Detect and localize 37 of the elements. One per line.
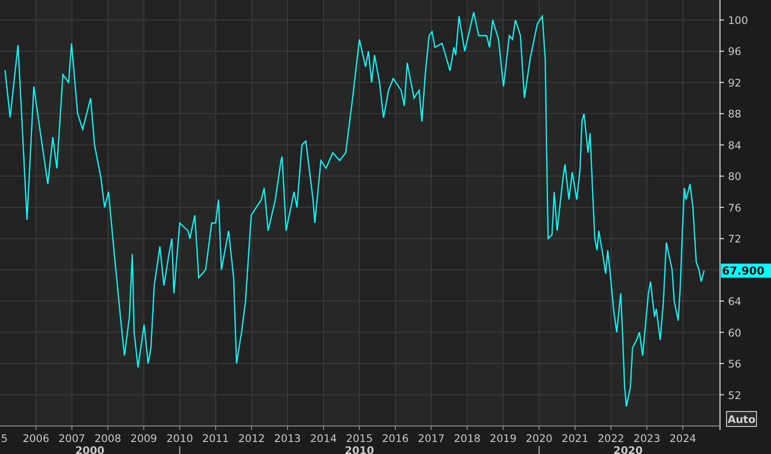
y-tick-label: 56: [728, 358, 742, 371]
y-tick-label: 72: [728, 234, 742, 246]
x-tick-label: 2023: [634, 433, 660, 445]
x-tick-label: 2019: [490, 433, 517, 445]
current-value-label: 67.900: [721, 264, 771, 278]
auto-button[interactable]: Auto: [726, 411, 757, 427]
y-tick-label: 84: [728, 140, 742, 152]
y-tick-label: 64: [728, 296, 742, 308]
x-tick-label: 2009: [130, 433, 158, 445]
x-tick-label: 2011: [202, 433, 229, 445]
x-tick-label: 5: [1, 433, 8, 445]
x-tick-label: 2016: [382, 433, 409, 445]
x-tick-label: 2007: [58, 433, 86, 445]
decade-label: 2010: [344, 445, 374, 454]
y-tick-label: 92: [728, 77, 742, 90]
y-tick-label: 80: [728, 171, 742, 184]
y-tick-label: 88: [728, 108, 742, 121]
y-tick-label: 100: [728, 15, 748, 27]
x-tick-label: 2012: [238, 433, 265, 445]
y-tick-label: 76: [728, 202, 742, 214]
x-tick-label: 2014: [310, 433, 337, 445]
y-tick-label: 52: [728, 390, 742, 402]
decade-label: 2000: [75, 445, 104, 454]
x-tick-label: 2021: [562, 433, 588, 445]
x-tick-label: 2010: [166, 433, 194, 445]
x-tick-label: 2013: [274, 433, 301, 445]
y-tick-label: 96: [728, 46, 742, 58]
x-tick-label: 2017: [418, 433, 445, 445]
x-tick-label: 2008: [94, 433, 122, 445]
y-tick-label: 60: [728, 327, 742, 340]
decade-label: 2020: [613, 445, 643, 454]
x-tick-label: 2018: [454, 433, 481, 445]
x-tick-label: 2024: [670, 433, 696, 445]
x-tick-label: 2015: [346, 433, 373, 445]
x-tick-label: 2006: [22, 433, 50, 445]
x-tick-label: 2020: [526, 433, 552, 445]
x-tick-label: 2022: [598, 433, 624, 445]
